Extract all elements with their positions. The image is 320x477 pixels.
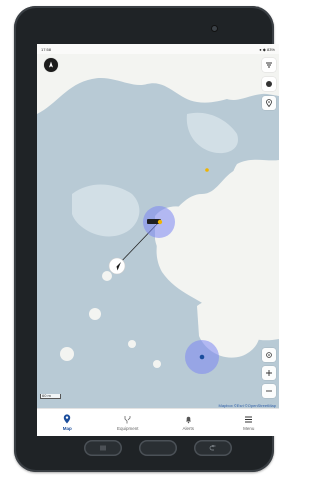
pin-outline-icon (266, 99, 272, 107)
tool-icon (123, 414, 133, 424)
recent-apps-icon (100, 445, 106, 451)
front-camera (212, 26, 217, 31)
compass-button[interactable] (44, 58, 58, 72)
status-bar: 17:58 ● ◆ 83% (37, 44, 279, 54)
islet (153, 360, 161, 368)
islet (89, 308, 101, 320)
status-time: 17:58 (41, 46, 52, 52)
zoom-out-button[interactable] (262, 384, 276, 398)
back-icon (209, 445, 216, 451)
zoom-controls (262, 348, 276, 398)
nav-menu[interactable]: Menu (219, 409, 280, 436)
nav-equipment[interactable]: Equipment (98, 409, 159, 436)
minus-icon (266, 390, 272, 392)
nav-equipment-label: Equipment (116, 426, 139, 431)
app-screen: 17:58 ● ◆ 83% 60 m Mapbox ©Esri ©OpenStr… (37, 44, 279, 436)
nav-map[interactable]: Map (37, 409, 98, 436)
status-icons: ● ◆ 83% (259, 46, 275, 52)
islet (60, 347, 74, 361)
map-controls-top (262, 58, 276, 110)
poi-marker[interactable] (205, 168, 209, 172)
map-pin-icon (62, 414, 72, 424)
filter-icon (266, 62, 272, 68)
nav-menu-label: Menu (243, 426, 255, 431)
map-canvas[interactable] (37, 44, 279, 408)
device-marker[interactable] (199, 354, 205, 360)
recenter-button[interactable] (262, 348, 276, 362)
map-scale: 60 m (40, 394, 61, 399)
map-view[interactable] (37, 44, 279, 408)
tablet-device: 17:58 ● ◆ 83% 60 m Mapbox ©Esri ©OpenStr… (14, 6, 279, 472)
map-attribution[interactable]: Mapbox ©Esri ©OpenStreetMap (219, 403, 276, 408)
layers-filter-button[interactable] (262, 58, 276, 72)
hardware-keys (84, 440, 232, 462)
scale-label: 60 m (40, 394, 61, 399)
bottom-navigation: Map Equipment Alerts Menu (37, 408, 279, 436)
location-pin-button[interactable] (262, 96, 276, 110)
nav-alerts-label: Alerts (182, 426, 194, 431)
crosshair-icon (266, 352, 272, 358)
zoom-in-button[interactable] (262, 366, 276, 380)
back-key[interactable] (194, 440, 232, 456)
home-key[interactable] (139, 440, 177, 456)
nav-map-label: Map (62, 426, 72, 431)
bell-icon (183, 414, 193, 424)
compass-icon (49, 61, 53, 68)
islet (102, 271, 112, 281)
plus-icon (266, 370, 272, 376)
nav-alerts[interactable]: Alerts (158, 409, 219, 436)
menu-icon (244, 414, 254, 424)
satellite-button[interactable] (262, 77, 276, 91)
recent-apps-key[interactable] (84, 440, 122, 456)
islet (128, 340, 136, 348)
globe-icon (266, 81, 272, 87)
target-marker[interactable] (157, 219, 163, 225)
